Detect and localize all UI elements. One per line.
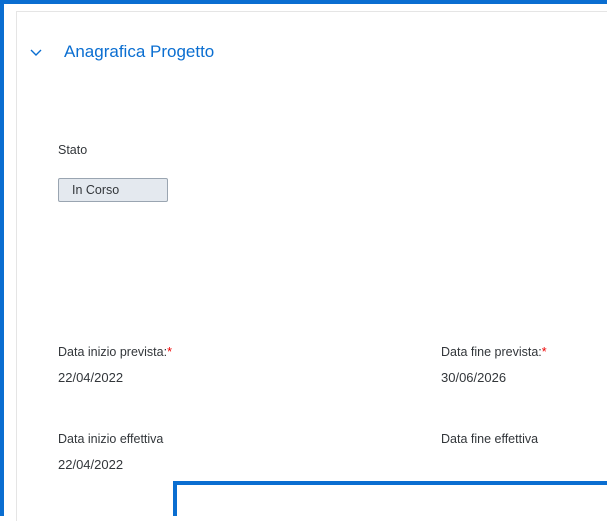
start-planned-label-text: Data inizio prevista: bbox=[58, 345, 168, 359]
start-actual-label: Data inizio effettiva bbox=[58, 432, 164, 446]
chevron-down-icon[interactable] bbox=[28, 44, 44, 60]
start-actual-value: 22/04/2022 bbox=[58, 457, 124, 472]
status-label: Stato bbox=[58, 143, 88, 157]
required-marker: * bbox=[541, 345, 547, 359]
section-header-anagrafica[interactable]: Anagrafica Progetto bbox=[28, 42, 214, 62]
status-badge-text: In Corso bbox=[72, 183, 120, 197]
end-planned-value: 30/06/2026 bbox=[441, 370, 507, 385]
end-planned-label-text: Data fine prevista: bbox=[441, 345, 542, 359]
start-planned-value: 22/04/2022 bbox=[58, 370, 124, 385]
end-actual-label: Data fine effettiva bbox=[441, 432, 539, 446]
overlay-panel bbox=[173, 481, 607, 516]
required-marker: * bbox=[167, 345, 172, 359]
section-title[interactable]: Anagrafica Progetto bbox=[64, 42, 214, 62]
start-planned-label: Data inizio prevista:* bbox=[58, 345, 172, 359]
end-planned-label: Data fine prevista:* bbox=[441, 345, 547, 359]
status-badge: In Corso bbox=[58, 178, 168, 202]
